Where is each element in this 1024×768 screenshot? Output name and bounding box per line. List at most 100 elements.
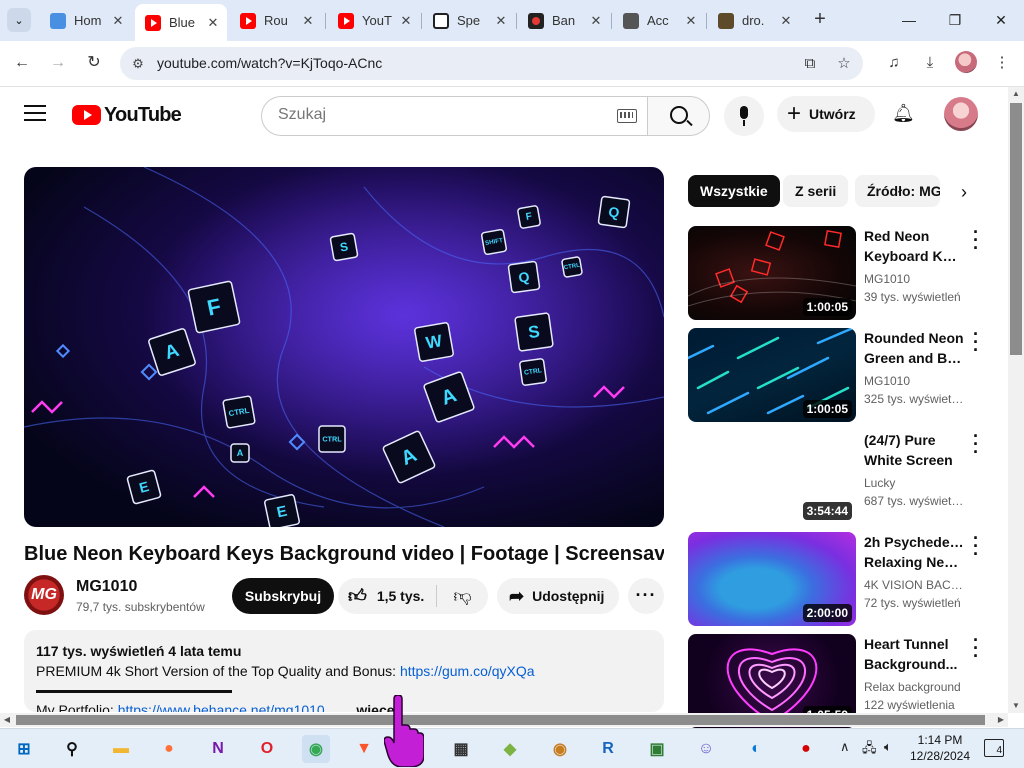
forward-arrow-icon[interactable]: → — [46, 52, 70, 76]
vertical-dots-icon[interactable]: · · · — [968, 325, 984, 359]
edge-icon[interactable]: ◐ — [742, 735, 770, 763]
scroll-right-icon[interactable]: ▶ — [994, 713, 1008, 727]
scroll-up-icon[interactable]: ▲ — [1008, 87, 1024, 101]
dislike-button[interactable]: 👎︎ — [437, 578, 488, 614]
recorder-icon[interactable]: ● — [792, 735, 820, 763]
browser-menu-icon[interactable]: ⋮ — [990, 52, 1014, 76]
chip-all[interactable]: Wszystkie — [688, 175, 780, 207]
channel-name[interactable]: Relax background — [864, 680, 964, 694]
vertical-dots-icon[interactable]: · · · — [968, 631, 984, 665]
site-info-icon[interactable]: ⚙ — [128, 54, 148, 74]
vertical-dots-icon[interactable]: · · · — [968, 427, 984, 461]
video-title[interactable]: Red Neon Keyboard Key... — [864, 226, 964, 266]
close-tab-icon[interactable]: ✕ — [398, 13, 414, 29]
video-title[interactable]: Heart Tunnel Background... — [864, 634, 964, 674]
brave-icon[interactable]: ▼ — [350, 735, 378, 763]
keyboard-icon[interactable] — [617, 109, 637, 123]
close-tab-icon[interactable]: ✕ — [205, 15, 221, 31]
close-tab-icon[interactable]: ✕ — [588, 13, 604, 29]
minimize-button[interactable]: — — [886, 0, 932, 41]
search-button[interactable] — [647, 96, 710, 136]
image-tool-icon[interactable]: ▣ — [643, 735, 671, 763]
channel-name[interactable]: MG1010 — [864, 374, 964, 388]
account-avatar[interactable] — [944, 97, 978, 131]
recommended-video[interactable]: 3:54:44 (24/7) Pure White Screen Lucky 6… — [688, 427, 988, 524]
app-green-icon[interactable]: ◆ — [496, 735, 524, 763]
system-clock[interactable]: 1:14 PM 12/28/2024 — [905, 732, 975, 764]
close-tab-icon[interactable]: ✕ — [300, 13, 316, 29]
close-window-button[interactable]: ✕ — [978, 0, 1024, 41]
notifications-bell-icon[interactable]: 🔔︎ — [892, 103, 915, 125]
scrollbar-thumb[interactable] — [1010, 103, 1022, 355]
ghost-app-icon[interactable]: ☺ — [692, 735, 720, 763]
video-thumbnail[interactable]: 1:00:05 — [688, 226, 856, 320]
video-thumbnail[interactable]: 1:00:05 — [688, 328, 856, 422]
browser-tab[interactable]: Rou ✕ — [230, 6, 322, 35]
create-button[interactable]: + Utwórz — [777, 96, 875, 132]
vertical-dots-icon[interactable]: · · · — [968, 223, 984, 257]
description-box[interactable]: 117 tys. wyświetleń 4 lata temu PREMIUM … — [24, 630, 664, 712]
channel-name[interactable]: 4K VISION BACKGROUNDS — [864, 578, 964, 592]
url-text[interactable]: youtube.com/watch?v=KjToqo-ACnc — [157, 55, 382, 71]
close-tab-icon[interactable]: ✕ — [683, 13, 699, 29]
remote-app-icon[interactable]: R — [594, 735, 622, 763]
channel-name[interactable]: MG1010 — [864, 272, 964, 286]
calendar-icon[interactable]: ▦ — [447, 735, 475, 763]
browser-profile-avatar[interactable] — [955, 51, 977, 73]
eye-app-icon[interactable]: ◉ — [546, 735, 574, 763]
browser-tab[interactable]: Hom ✕ — [40, 6, 132, 35]
scroll-left-icon[interactable]: ◀ — [0, 713, 14, 727]
vertical-dots-icon[interactable]: · · · — [968, 529, 984, 563]
media-control-icon[interactable]: ♫ — [882, 52, 906, 76]
firefox-icon[interactable]: ● — [155, 735, 183, 763]
maximize-button[interactable]: ❐ — [932, 0, 978, 41]
chrome-icon[interactable]: ◉ — [302, 735, 330, 763]
notification-center-icon[interactable]: 4 — [984, 739, 1004, 757]
address-bar[interactable]: ⚙ youtube.com/watch?v=KjToqo-ACnc ⧉ ☆ — [120, 47, 863, 80]
chip-series[interactable]: Z serii — [783, 175, 849, 207]
tray-chevron-icon[interactable]: ∧ — [840, 739, 850, 755]
bookmark-star-icon[interactable]: ☆ — [834, 54, 854, 74]
reload-icon[interactable]: ↻ — [82, 52, 106, 76]
share-button[interactable]: ➦ Udostępnij — [497, 578, 619, 614]
vertical-scrollbar[interactable]: ▲ ▼ — [1008, 87, 1024, 713]
horizontal-scrollbar[interactable]: ◀ ▶ — [0, 713, 1008, 727]
onenote-icon[interactable]: N — [204, 735, 232, 763]
close-tab-icon[interactable]: ✕ — [778, 13, 794, 29]
browser-tab[interactable]: dro. ✕ — [708, 6, 800, 35]
video-thumbnail[interactable]: 3:54:44 — [688, 430, 856, 524]
browser-tab[interactable]: Acc ✕ — [613, 6, 705, 35]
network-icon[interactable]: 🖧︎ — [862, 739, 877, 761]
chevron-right-icon[interactable]: › — [952, 181, 976, 205]
close-tab-icon[interactable]: ✕ — [493, 13, 509, 29]
browser-tab-active[interactable]: Blue ✕ — [135, 4, 227, 41]
install-app-icon[interactable]: ⧉ — [800, 54, 820, 74]
video-title[interactable]: 2h Psychedelic Relaxing Neo... — [864, 532, 964, 572]
recommended-video[interactable]: 2:00:00 2h Psychedelic Relaxing Neo... 4… — [688, 529, 988, 626]
back-arrow-icon[interactable]: ← — [10, 52, 34, 76]
windows-start-icon[interactable]: ⊞ — [10, 735, 38, 763]
channel-name[interactable]: Lucky — [864, 476, 964, 490]
video-title[interactable]: Rounded Neon Green and Blu... — [864, 328, 964, 368]
description-link[interactable]: https://gum.co/qyXQa — [400, 663, 535, 679]
voice-search-button[interactable] — [724, 96, 764, 136]
tab-search-button[interactable]: ⌄ — [7, 8, 31, 32]
recommended-video[interactable]: 1:00:05 Red Neon Keyboard Key... MG1010 … — [688, 223, 988, 320]
video-title[interactable]: (24/7) Pure White Screen — [864, 430, 964, 470]
youtube-logo[interactable]: YouTube — [72, 104, 182, 126]
search-icon[interactable]: ⚲ — [58, 735, 86, 763]
video-thumbnail[interactable]: 2:00:00 — [688, 532, 856, 626]
browser-tab[interactable]: Ban ✕ — [518, 6, 610, 35]
browser-tab[interactable]: YouT ✕ — [328, 6, 420, 35]
portfolio-link[interactable]: https://www.behance.net/mg1010 — [118, 702, 325, 712]
chip-source[interactable]: Źródło: MG1010 — [855, 175, 940, 207]
file-explorer-icon[interactable]: ▬ — [107, 735, 135, 763]
close-tab-icon[interactable]: ✕ — [110, 13, 126, 29]
search-input[interactable] — [278, 106, 598, 124]
like-button[interactable]: 👍︎ 1,5 tys. — [338, 578, 436, 614]
download-icon[interactable]: ⤓ — [918, 52, 942, 76]
more-actions-button[interactable]: ··· — [628, 578, 664, 614]
hamburger-menu-icon[interactable] — [24, 105, 46, 123]
volume-icon[interactable]: 🔈︎ — [884, 739, 892, 755]
subscribe-button[interactable]: Subskrybuj — [232, 578, 334, 614]
